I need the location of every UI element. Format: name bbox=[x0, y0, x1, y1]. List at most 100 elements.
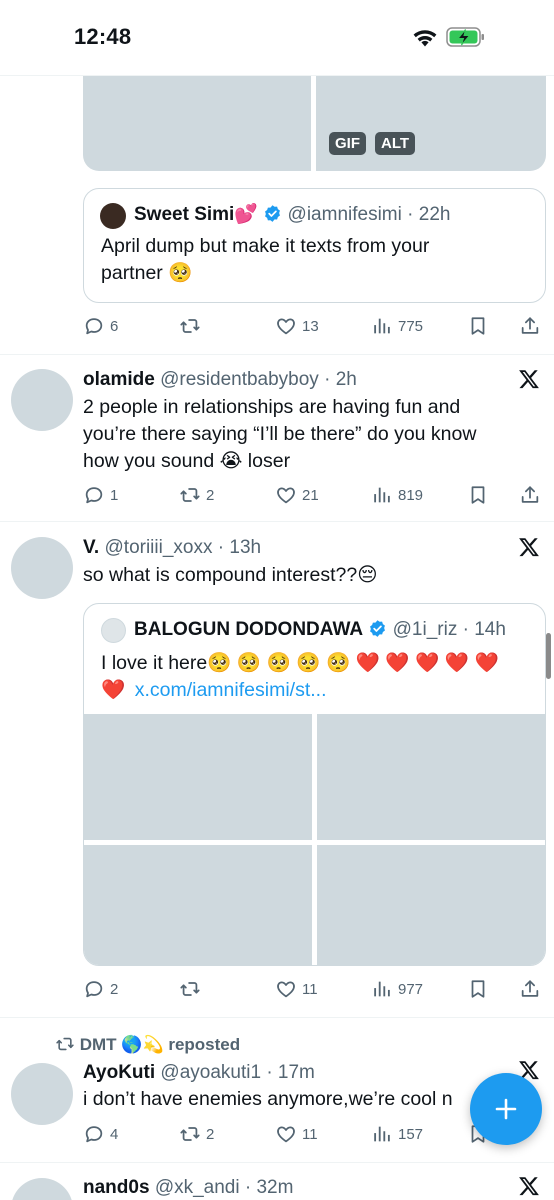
scrollbar-thumb[interactable] bbox=[546, 633, 551, 679]
share-icon bbox=[519, 315, 541, 337]
repost-icon bbox=[179, 484, 201, 506]
bookmark-button[interactable] bbox=[467, 314, 489, 338]
x-logo-icon[interactable] bbox=[518, 1175, 540, 1197]
author-name[interactable]: nand0s bbox=[83, 1177, 150, 1198]
avatar[interactable] bbox=[11, 537, 73, 599]
compose-button[interactable] bbox=[470, 1073, 542, 1145]
like-button[interactable]: 11 bbox=[275, 1122, 318, 1146]
like-button[interactable]: 13 bbox=[275, 314, 319, 338]
author-name[interactable]: olamide bbox=[83, 369, 155, 390]
quote-author-handle: @1i_riz bbox=[392, 619, 458, 640]
share-button[interactable] bbox=[519, 314, 541, 338]
compose-plus-icon bbox=[495, 1098, 517, 1120]
alt-badge[interactable]: ALT bbox=[375, 132, 416, 155]
x-logo-icon[interactable] bbox=[518, 536, 540, 558]
like-icon bbox=[275, 1123, 297, 1145]
repost-label: DMT 🌎💫 reposted bbox=[79, 1035, 241, 1054]
x-logo-icon[interactable] bbox=[518, 368, 540, 390]
avatar[interactable] bbox=[11, 1178, 73, 1200]
status-time: 12:48 bbox=[74, 24, 132, 49]
reply-icon bbox=[83, 315, 105, 337]
repost-icon bbox=[179, 978, 201, 1000]
like-icon bbox=[275, 484, 297, 506]
share-icon bbox=[519, 484, 541, 506]
repost-button[interactable] bbox=[179, 977, 206, 1001]
tweet-text-line: so what is compound interest??😔 bbox=[83, 564, 378, 586]
like-button[interactable]: 21 bbox=[275, 483, 319, 507]
reply-icon bbox=[83, 1123, 105, 1145]
tweet-actions: 2 11 977 bbox=[83, 977, 546, 1001]
verified-icon bbox=[263, 204, 282, 223]
quote-time: · 22h bbox=[407, 204, 451, 225]
bookmark-button[interactable] bbox=[467, 977, 489, 1001]
quote-text-line: April dump but make it texts from your bbox=[101, 235, 430, 257]
tweet-time: · 13h bbox=[217, 537, 262, 558]
reply-icon bbox=[83, 484, 105, 506]
divider bbox=[0, 521, 554, 522]
views-icon bbox=[371, 978, 393, 1000]
quote-author-handle: @iamnifesimi bbox=[287, 204, 402, 225]
like-icon bbox=[275, 978, 297, 1000]
media-tile[interactable] bbox=[317, 845, 545, 965]
tweet-text-line: 2 people in relationships are having fun… bbox=[83, 396, 461, 418]
media-tile[interactable] bbox=[316, 75, 546, 171]
author-handle[interactable]: @xk_andi bbox=[155, 1177, 240, 1198]
tweet-actions: 6 13 775 bbox=[83, 314, 546, 338]
repost-button[interactable] bbox=[179, 314, 206, 338]
quote-avatar bbox=[100, 203, 126, 229]
quote-text-emoji: ❤️ bbox=[101, 679, 126, 701]
verified-icon bbox=[368, 619, 387, 638]
views-icon bbox=[371, 484, 393, 506]
views-button[interactable]: 775 bbox=[371, 314, 423, 338]
like-icon bbox=[275, 315, 297, 337]
repost-icon bbox=[179, 315, 201, 337]
repost-button[interactable]: 2 bbox=[179, 483, 214, 507]
views-icon bbox=[371, 315, 393, 337]
views-button[interactable]: 977 bbox=[371, 977, 423, 1001]
share-button[interactable] bbox=[519, 977, 541, 1001]
tweet-text-line: how you sound 😭 loser bbox=[83, 450, 291, 472]
tweet-time: · 17m bbox=[266, 1062, 315, 1083]
repost-icon bbox=[179, 1123, 201, 1145]
author-handle[interactable]: @residentbabyboy bbox=[160, 369, 319, 390]
share-button[interactable] bbox=[519, 483, 541, 507]
avatar[interactable] bbox=[11, 369, 73, 431]
media-tile[interactable] bbox=[317, 714, 545, 840]
views-button[interactable]: 157 bbox=[371, 1122, 423, 1146]
reply-button[interactable]: 6 bbox=[83, 314, 118, 338]
tweet-text-line: you’re there saying “I’ll be there” do y… bbox=[83, 423, 477, 445]
quote-time: · 14h bbox=[462, 619, 506, 640]
bookmark-icon bbox=[467, 315, 489, 337]
reply-button[interactable]: 2 bbox=[83, 977, 118, 1001]
bookmark-icon bbox=[467, 978, 489, 1000]
repost-indicator[interactable]: DMT 🌎💫 reposted bbox=[55, 1031, 240, 1058]
media-tile[interactable] bbox=[83, 75, 311, 171]
divider bbox=[0, 1162, 554, 1163]
quote-text-line: I love it here🥺 🥺 🥺 🥺 🥺 ❤️ ❤️ ❤️ ❤️ ❤️ bbox=[101, 652, 499, 674]
views-button[interactable]: 819 bbox=[371, 483, 423, 507]
reply-button[interactable]: 1 bbox=[83, 483, 118, 507]
wifi-icon bbox=[413, 30, 437, 47]
author-handle[interactable]: @toriiii_xoxx bbox=[105, 537, 213, 558]
repost-button[interactable]: 2 bbox=[179, 1122, 214, 1146]
avatar[interactable] bbox=[11, 1063, 73, 1125]
quote-text-line: partner 🥺 bbox=[101, 262, 193, 284]
reply-button[interactable]: 4 bbox=[83, 1122, 118, 1146]
quote-tweet-card[interactable]: BALOGUN DODONDAWA @1i_riz · 14h I love i… bbox=[83, 603, 546, 966]
author-name[interactable]: AyoKuti bbox=[83, 1062, 155, 1083]
author-name[interactable]: V. bbox=[83, 537, 99, 558]
tweet-time: · 2h bbox=[324, 369, 357, 390]
like-button[interactable]: 11 bbox=[275, 977, 318, 1001]
quote-author-name: BALOGUN DODONDAWA bbox=[134, 619, 364, 640]
share-icon bbox=[519, 978, 541, 1000]
tweet-text-line: i don’t have enemies anymore,we’re cool … bbox=[83, 1088, 453, 1110]
quote-author-name: Sweet Simi💕 bbox=[134, 204, 258, 225]
author-handle[interactable]: @ayoakuti1 bbox=[160, 1062, 261, 1083]
tweet-actions: 1 2 21 819 bbox=[83, 483, 546, 507]
media-tile[interactable] bbox=[84, 845, 312, 965]
quote-tweet-card[interactable]: Sweet Simi💕 @iamnifesimi · 22h April dum… bbox=[83, 188, 546, 303]
bookmark-button[interactable] bbox=[467, 483, 489, 507]
media-tile[interactable] bbox=[84, 714, 312, 840]
quote-link[interactable]: x.com/iamnifesimi/st... bbox=[135, 679, 327, 701]
reply-icon bbox=[83, 978, 105, 1000]
